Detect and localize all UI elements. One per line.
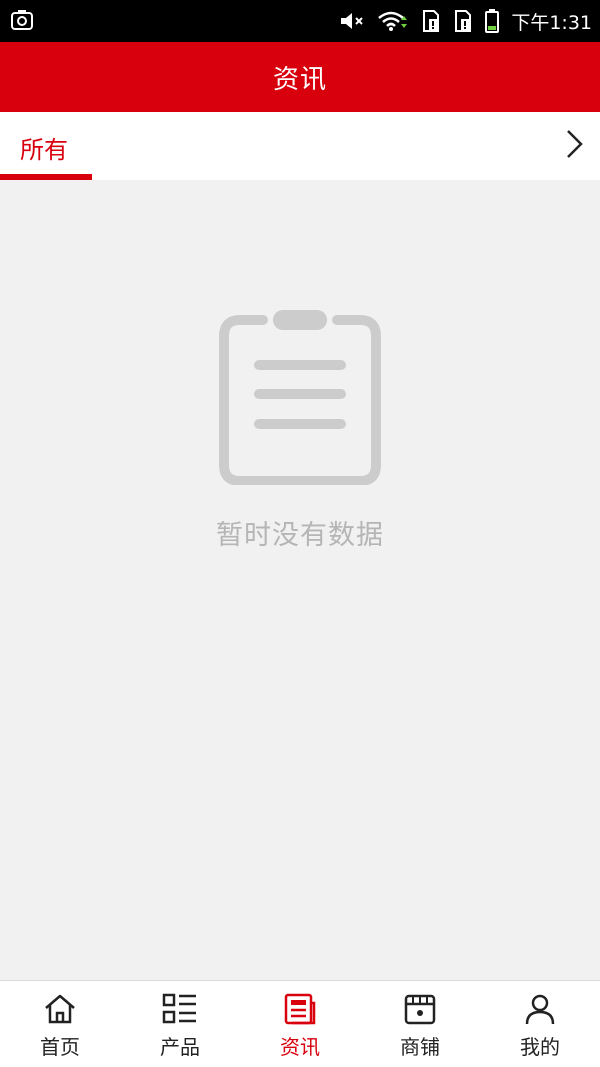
list-grid-icon xyxy=(162,991,198,1027)
mute-icon xyxy=(339,10,365,32)
nav-item-shop[interactable]: 商铺 xyxy=(360,981,480,1067)
screenshot-icon xyxy=(10,10,34,32)
nav-item-home[interactable]: 首页 xyxy=(0,981,120,1067)
bottom-nav: 首页 产品 资讯 商铺 我的 xyxy=(0,980,600,1067)
app-header: 资讯 xyxy=(0,42,600,112)
status-time: 下午1:31 xyxy=(511,11,592,34)
nav-label: 我的 xyxy=(520,1035,560,1059)
home-icon xyxy=(42,991,78,1027)
shop-icon xyxy=(402,991,438,1027)
nav-item-profile[interactable]: 我的 xyxy=(480,981,600,1067)
clipboard-icon xyxy=(218,310,382,486)
nav-label: 商铺 xyxy=(400,1035,440,1059)
wifi-icon xyxy=(377,10,409,32)
tab-all[interactable]: 所有 xyxy=(0,112,92,180)
sim-card-icon xyxy=(421,10,441,32)
status-bar: 下午1:31 xyxy=(0,0,600,42)
sim-card-icon xyxy=(453,10,473,32)
nav-label: 资讯 xyxy=(280,1035,320,1059)
nav-label: 产品 xyxy=(160,1035,200,1059)
tab-more-button[interactable] xyxy=(548,112,600,180)
nav-label: 首页 xyxy=(40,1035,80,1059)
user-icon xyxy=(522,991,558,1027)
nav-item-news[interactable]: 资讯 xyxy=(240,981,360,1067)
chevron-right-icon xyxy=(564,128,584,164)
nav-item-products[interactable]: 产品 xyxy=(120,981,240,1067)
battery-icon xyxy=(485,9,500,33)
empty-message: 暂时没有数据 xyxy=(216,520,384,551)
page-title: 资讯 xyxy=(272,64,327,95)
empty-state: 暂时没有数据 xyxy=(0,180,600,980)
tab-label: 所有 xyxy=(20,136,68,164)
category-tab-bar: 所有 xyxy=(0,112,600,180)
news-icon xyxy=(282,991,318,1027)
